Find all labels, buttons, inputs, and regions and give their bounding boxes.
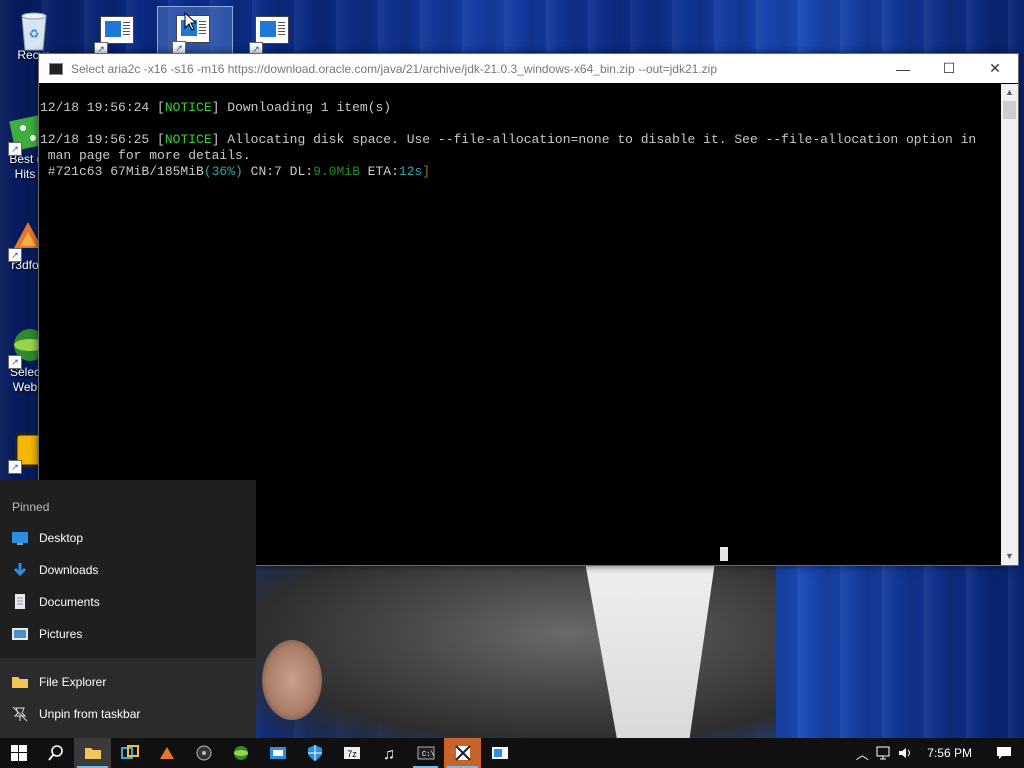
taskbar-app-9[interactable]: ♫ xyxy=(370,738,407,768)
text-cursor xyxy=(720,547,728,561)
log-line-1-time: 12/18 19:56:24 xyxy=(40,100,158,115)
shortcut-arrow-icon: ↗ xyxy=(8,248,22,262)
progress-eta-label: ETA: xyxy=(359,164,399,179)
unpin-icon xyxy=(11,706,29,722)
file-explorer-item[interactable]: File Explorer xyxy=(0,666,256,698)
mouse-pointer-icon xyxy=(184,12,196,31)
taskbar-app-5[interactable] xyxy=(222,738,259,768)
search-icon xyxy=(47,745,63,761)
progress-end-bracket: ] xyxy=(422,164,431,179)
unpin-from-taskbar-item[interactable]: Unpin from taskbar xyxy=(0,698,256,730)
folder-icon xyxy=(84,748,101,759)
system-tray: ︿ 7:56 PM xyxy=(851,738,1024,768)
pinned-item-downloads[interactable]: Downloads xyxy=(0,554,256,586)
minimize-button[interactable]: — xyxy=(880,54,926,83)
taskbar-app-2[interactable] xyxy=(111,738,148,768)
pinned-item-label: Downloads xyxy=(39,563,99,577)
shield-icon xyxy=(307,745,322,761)
shortcut-arrow-icon: ↗ xyxy=(8,355,22,369)
green-globe-icon xyxy=(233,746,248,760)
svg-text:C:\: C:\ xyxy=(422,751,435,759)
pinned-item-label: Pictures xyxy=(39,627,83,641)
log-line-1-message: Downloading 1 item(s) xyxy=(219,100,392,115)
progress-download-speed: 9.0MiB xyxy=(313,164,360,179)
search-button[interactable] xyxy=(37,738,74,768)
window-switcher-icon xyxy=(120,745,139,759)
download-arrow-icon xyxy=(11,562,29,578)
folder-icon xyxy=(11,674,29,690)
log-line-2-time: 12/18 19:56:25 xyxy=(40,132,158,147)
taskbar: 7z ♫ C:\ ︿ 7:56 PM xyxy=(0,738,1024,768)
jump-list-heading: Pinned xyxy=(12,500,50,514)
7zip-icon: 7z xyxy=(343,747,360,759)
console-title: Select aria2c -x16 -s16 -m16 https://dow… xyxy=(71,61,718,76)
file-explorer-label: File Explorer xyxy=(39,675,107,689)
window-shortcut-icon xyxy=(100,16,134,44)
taskbar-app-7[interactable] xyxy=(296,738,333,768)
taskbar-jump-list: Pinned Desktop Downloads Documents Pictu… xyxy=(0,480,256,738)
log-line-3-message: man page for more details. xyxy=(40,148,251,163)
taskbar-app-4[interactable] xyxy=(185,738,222,768)
progress-connections: CN:7 DL: xyxy=(242,164,314,179)
window-shortcut-icon xyxy=(491,747,508,759)
document-icon xyxy=(11,594,29,610)
volume-icon[interactable] xyxy=(895,738,917,768)
scroll-up-arrow-icon[interactable]: ▲ xyxy=(1001,84,1018,101)
obs-icon xyxy=(196,745,211,761)
progress-id: #721c63 67MiB/185MiB xyxy=(40,164,204,179)
log-line-2-tag: NOTICE xyxy=(164,132,212,147)
wallpaper-hand xyxy=(262,640,322,720)
progress-eta: 12s xyxy=(398,164,423,179)
pinned-item-pictures[interactable]: Pictures xyxy=(0,618,256,650)
windows-logo-icon xyxy=(10,745,27,761)
svg-text:♻: ♻ xyxy=(29,27,40,41)
taskbar-clock[interactable]: 7:56 PM xyxy=(917,746,984,760)
command-prompt-icon: C:\ xyxy=(417,746,435,760)
svg-text:7z: 7z xyxy=(347,749,357,759)
blue-window-icon xyxy=(269,747,286,759)
desktop-icon-window-3[interactable]: ↗ xyxy=(243,10,299,56)
window-shortcut-icon xyxy=(255,16,289,44)
desktop-icon-window-1[interactable]: ↗ xyxy=(88,10,144,56)
taskbar-file-explorer[interactable] xyxy=(74,738,111,768)
network-icon[interactable] xyxy=(873,738,895,768)
action-center-icon[interactable] xyxy=(984,738,1024,768)
svg-text:♫: ♫ xyxy=(383,746,395,762)
taskbar-app-10[interactable]: C:\ xyxy=(407,738,444,768)
unpin-label: Unpin from taskbar xyxy=(39,707,141,721)
console-app-icon xyxy=(49,62,63,75)
console-titlebar[interactable]: Select aria2c -x16 -s16 -m16 https://dow… xyxy=(39,54,1018,83)
puzzle-app-icon xyxy=(454,745,471,761)
pictures-icon xyxy=(11,626,29,642)
pinned-item-label: Documents xyxy=(39,595,100,609)
taskbar-app-8[interactable]: 7z xyxy=(333,738,370,768)
taskbar-app-6[interactable] xyxy=(259,738,296,768)
log-line-2-message: Allocating disk space. Use --file-alloca… xyxy=(219,132,977,147)
taskbar-app-11[interactable] xyxy=(444,738,481,768)
chevron-up-icon[interactable]: ︿ xyxy=(851,738,873,768)
pinned-item-label: Desktop xyxy=(39,531,84,545)
log-line-1-tag: NOTICE xyxy=(164,100,212,115)
maximize-button[interactable]: ☐ xyxy=(926,54,972,83)
taskbar-app-3[interactable] xyxy=(148,738,185,768)
scroll-thumb[interactable] xyxy=(1003,101,1016,119)
pinned-item-desktop[interactable]: Desktop xyxy=(0,522,256,554)
recycle-bin-icon: ♻ xyxy=(14,8,54,51)
console-scrollbar[interactable]: ▲ ▼ xyxy=(1001,84,1018,565)
shortcut-arrow-icon: ↗ xyxy=(8,142,22,156)
music-note-icon: ♫ xyxy=(383,746,395,762)
scroll-down-arrow-icon[interactable]: ▼ xyxy=(1001,548,1018,565)
shortcut-arrow-icon: ↗ xyxy=(8,460,22,474)
fox-browser-icon xyxy=(159,747,174,759)
pinned-item-documents[interactable]: Documents xyxy=(0,586,256,618)
close-button[interactable]: ✕ xyxy=(972,54,1018,83)
jump-list-tasks: File Explorer Unpin from taskbar xyxy=(0,658,256,738)
start-button[interactable] xyxy=(0,738,37,768)
taskbar-app-12[interactable] xyxy=(481,738,518,768)
progress-percent: (36%) xyxy=(203,164,243,179)
desktop-folder-icon xyxy=(11,530,29,546)
